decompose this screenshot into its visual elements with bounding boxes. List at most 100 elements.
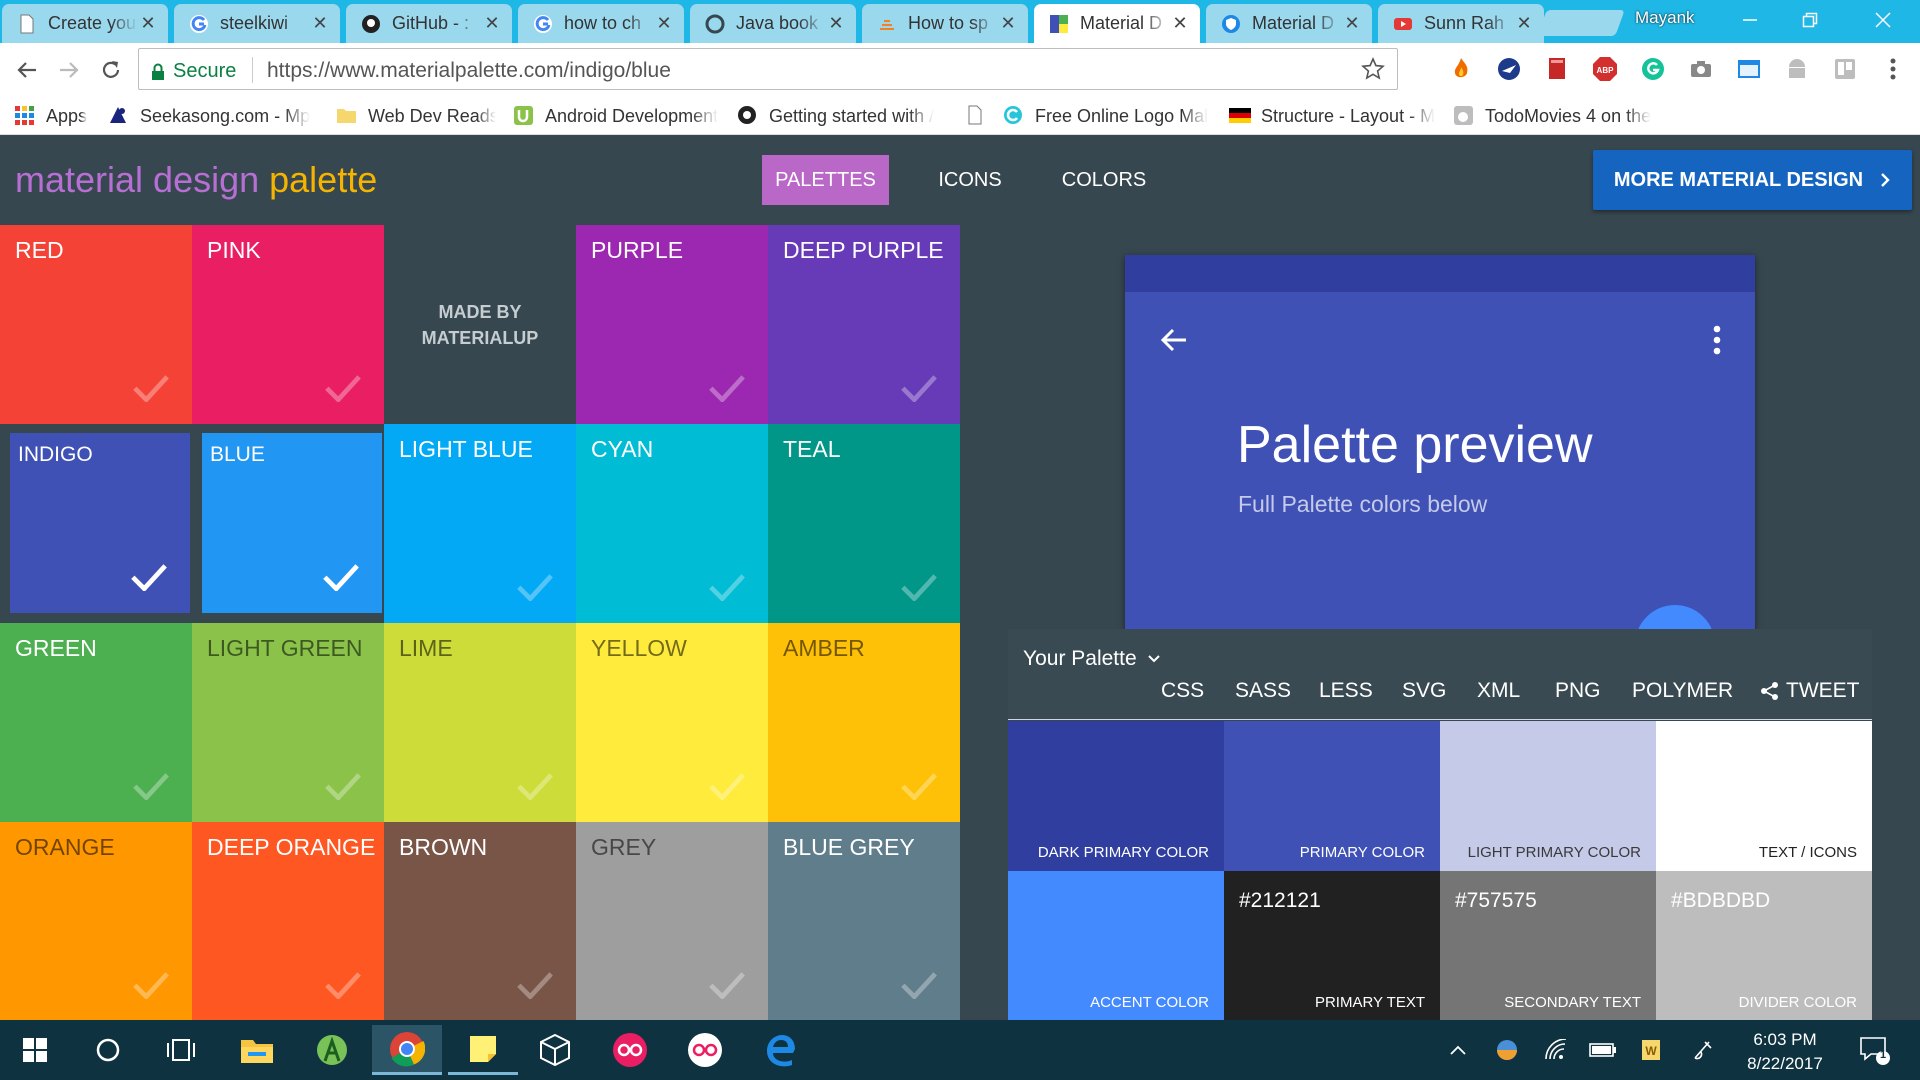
browser-tab[interactable]: How to sp ✕ xyxy=(862,4,1028,43)
color-tile-green[interactable]: GREEN xyxy=(0,623,192,822)
more-material-design-button[interactable]: MORE MATERIAL DESIGN xyxy=(1593,150,1912,210)
chrome-menu-button[interactable] xyxy=(1880,56,1906,82)
color-tile-cyan[interactable]: CYAN xyxy=(576,424,768,623)
browser-tab[interactable]: how to ch ✕ xyxy=(518,4,684,43)
forward-button[interactable] xyxy=(52,53,86,87)
nav-palettes[interactable]: PALETTES xyxy=(762,155,889,205)
bookmark-item[interactable] xyxy=(965,103,985,129)
browser-tab[interactable]: steelkiwi ✕ xyxy=(174,4,340,43)
color-tile-brown[interactable]: BROWN xyxy=(384,822,576,1021)
export-less[interactable]: LESS xyxy=(1319,679,1373,703)
bookmark-item[interactable]: Free Online Logo Mal xyxy=(1003,103,1208,129)
bookmark-item[interactable]: Android Development xyxy=(513,103,723,129)
bookmark-item[interactable]: TodoMovies 4 on the xyxy=(1453,103,1663,129)
taskbar-chrome[interactable] xyxy=(372,1025,442,1075)
color-tile-deep-orange[interactable]: DEEP ORANGE xyxy=(192,822,384,1021)
palette-swatch-primary-text[interactable]: #212121 PRIMARY TEXT xyxy=(1224,871,1440,1020)
taskbar-app-white[interactable] xyxy=(670,1025,740,1075)
color-tile-blue[interactable]: BLUE xyxy=(202,433,382,613)
color-tile-orange[interactable]: ORANGE xyxy=(0,822,192,1021)
extension-bird[interactable] xyxy=(1496,56,1522,82)
browser-tab[interactable]: GitHub - : ✕ xyxy=(346,4,512,43)
tab-close-icon[interactable]: ✕ xyxy=(998,13,1018,34)
tab-close-icon[interactable]: ✕ xyxy=(1342,13,1362,34)
color-tile-light-green[interactable]: LIGHT GREEN xyxy=(192,623,384,822)
tab-close-icon[interactable]: ✕ xyxy=(482,13,502,34)
color-tile-pink[interactable]: PINK xyxy=(192,225,384,424)
close-window-button[interactable] xyxy=(1853,0,1913,40)
tweet-button[interactable]: TWEET xyxy=(1760,679,1860,703)
cortana-button[interactable] xyxy=(73,1025,143,1075)
browser-tab[interactable]: Material D ✕ xyxy=(1206,4,1372,43)
bookmark-star-button[interactable] xyxy=(1361,57,1385,81)
nav-colors[interactable]: COLORS xyxy=(1050,155,1158,205)
nav-icons[interactable]: ICONS xyxy=(925,155,1015,205)
export-png[interactable]: PNG xyxy=(1555,679,1601,703)
start-button[interactable] xyxy=(0,1025,70,1075)
extension-fire[interactable] xyxy=(1448,56,1474,82)
task-view-button[interactable] xyxy=(146,1025,216,1075)
palette-swatch-dark-primary-color[interactable]: DARK PRIMARY COLOR xyxy=(1008,721,1224,871)
extension-trello[interactable] xyxy=(1832,56,1858,82)
color-tile-purple[interactable]: PURPLE xyxy=(576,225,768,424)
bookmark-item[interactable]: Seekasong.com - Mp xyxy=(108,103,313,129)
extension-red-book[interactable] xyxy=(1544,56,1570,82)
tab-close-icon[interactable]: ✕ xyxy=(654,13,674,34)
color-tile-lime[interactable]: LIME xyxy=(384,623,576,822)
export-polymer[interactable]: POLYMER xyxy=(1632,679,1733,703)
export-sass[interactable]: SASS xyxy=(1235,679,1291,703)
made-by-materialup[interactable]: MADE BY MATERIALUP xyxy=(384,225,576,424)
tab-close-icon[interactable]: ✕ xyxy=(138,13,158,34)
tab-close-icon[interactable]: ✕ xyxy=(826,13,846,34)
restore-button[interactable] xyxy=(1780,0,1840,40)
tray-overflow-button[interactable] xyxy=(1443,1035,1473,1065)
tray-app-orb[interactable] xyxy=(1492,1035,1522,1065)
color-tile-blue-grey[interactable]: BLUE GREY xyxy=(768,822,960,1021)
extension-grammarly[interactable] xyxy=(1640,56,1666,82)
taskbar-sticky-notes[interactable] xyxy=(448,1025,518,1075)
back-button[interactable] xyxy=(10,53,44,87)
taskbar-virtualbox[interactable] xyxy=(520,1025,590,1075)
taskbar-app-red[interactable] xyxy=(595,1025,665,1075)
url-text[interactable]: https://www.materialpalette.com/indigo/b… xyxy=(267,59,671,83)
address-bar[interactable]: Secure https://www.materialpalette.com/i… xyxy=(138,48,1398,90)
minimize-button[interactable] xyxy=(1720,0,1780,40)
export-svg[interactable]: SVG xyxy=(1402,679,1446,703)
bookmark-item[interactable]: Apps xyxy=(14,103,94,129)
site-logo[interactable]: material design palette xyxy=(15,159,377,201)
palette-swatch-text-icons[interactable]: TEXT / ICONS xyxy=(1656,721,1872,871)
tray-word[interactable]: W xyxy=(1636,1035,1666,1065)
browser-tab[interactable]: Create your ✕ xyxy=(2,4,168,43)
browser-tab[interactable]: Sunn Rah ✕ xyxy=(1378,4,1544,43)
color-tile-amber[interactable]: AMBER xyxy=(768,623,960,822)
your-palette-dropdown[interactable]: Your Palette xyxy=(1023,647,1161,671)
tab-close-icon[interactable]: ✕ xyxy=(1170,13,1190,34)
palette-swatch-divider-color[interactable]: #BDBDBD DIVIDER COLOR xyxy=(1656,871,1872,1020)
color-tile-red[interactable]: RED xyxy=(0,225,192,424)
extension-android[interactable] xyxy=(1784,56,1810,82)
color-tile-yellow[interactable]: YELLOW xyxy=(576,623,768,822)
color-tile-grey[interactable]: GREY xyxy=(576,822,768,1021)
taskbar-edge[interactable] xyxy=(745,1025,815,1075)
bookmark-item[interactable]: Getting started with / xyxy=(737,103,952,129)
taskbar-file-explorer[interactable] xyxy=(222,1025,292,1075)
color-tile-teal[interactable]: TEAL xyxy=(768,424,960,623)
system-clock[interactable]: 6:03 PM 8/22/2017 xyxy=(1735,1028,1835,1076)
palette-swatch-secondary-text[interactable]: #757575 SECONDARY TEXT xyxy=(1440,871,1656,1020)
palette-swatch-light-primary-color[interactable]: LIGHT PRIMARY COLOR xyxy=(1440,721,1656,871)
palette-swatch-primary-color[interactable]: PRIMARY COLOR xyxy=(1224,721,1440,871)
tray-wifi[interactable] xyxy=(1541,1035,1571,1065)
tab-close-icon[interactable]: ✕ xyxy=(310,13,330,34)
extension-window[interactable] xyxy=(1736,56,1762,82)
bookmark-item[interactable]: Structure - Layout - M xyxy=(1229,103,1439,129)
extension-camera[interactable] xyxy=(1688,56,1714,82)
tray-pen[interactable] xyxy=(1688,1035,1718,1065)
bookmark-item[interactable]: Web Dev Reads xyxy=(336,103,496,129)
color-tile-deep-purple[interactable]: DEEP PURPLE xyxy=(768,225,960,424)
taskbar-android-studio[interactable] xyxy=(297,1025,367,1075)
export-css[interactable]: CSS xyxy=(1161,679,1204,703)
browser-tab[interactable]: Material D ✕ xyxy=(1034,4,1200,43)
action-center-button[interactable]: 1 xyxy=(1855,1032,1895,1068)
new-tab-button[interactable] xyxy=(1537,10,1625,36)
palette-swatch-accent-color[interactable]: ACCENT COLOR xyxy=(1008,871,1224,1020)
